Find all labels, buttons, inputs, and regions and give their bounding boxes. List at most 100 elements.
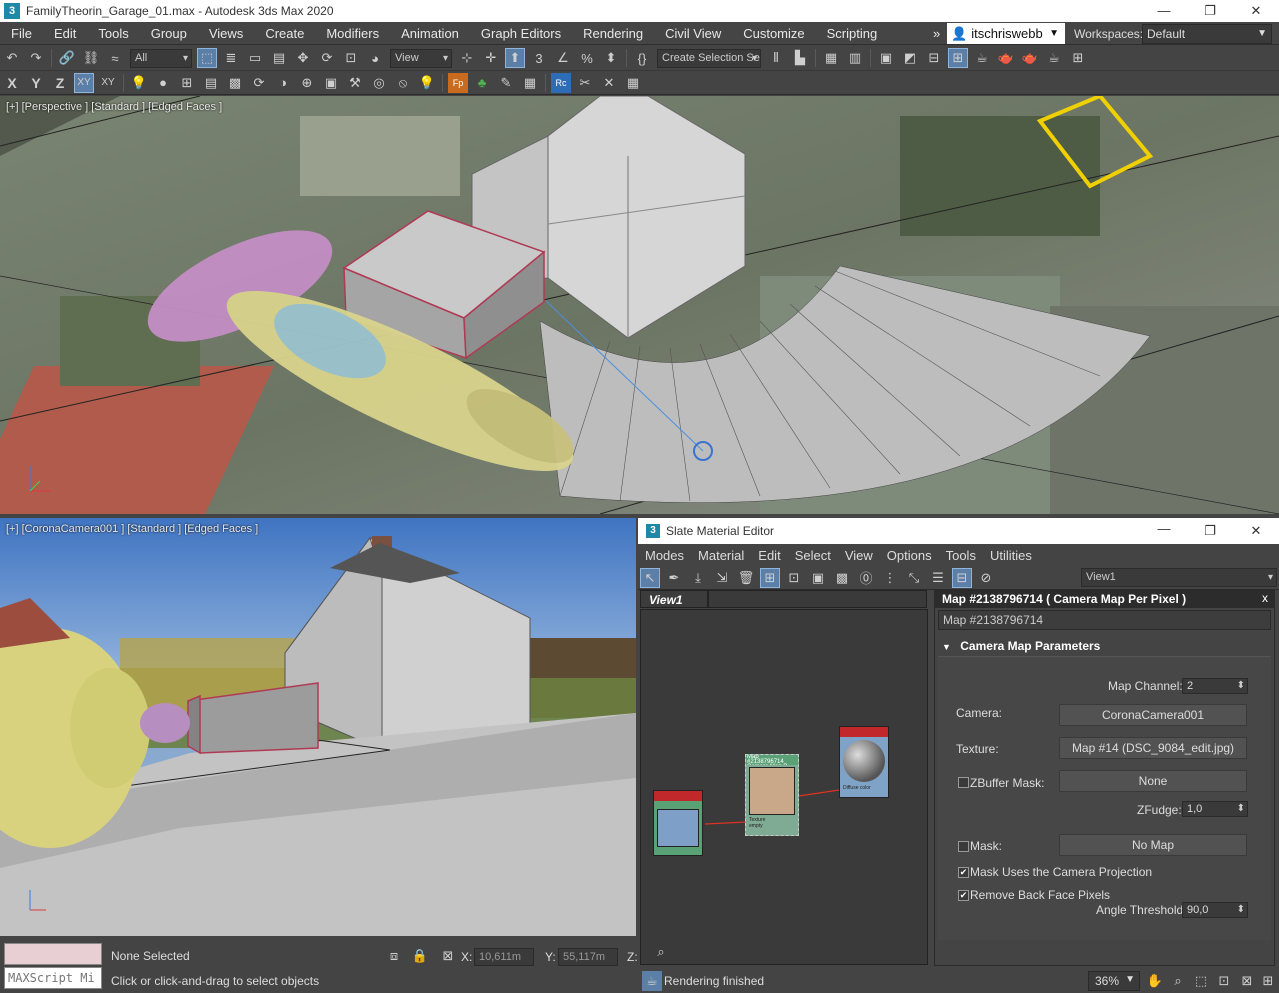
link-icon[interactable]: 🔗 bbox=[57, 48, 77, 68]
rendered-frame-window-icon[interactable]: 🫖 bbox=[996, 48, 1016, 68]
scene-explorer-icon[interactable]: ▦ bbox=[821, 48, 841, 68]
axis-xy-button[interactable]: XY bbox=[74, 72, 94, 93]
mask-checkbox[interactable] bbox=[958, 841, 969, 852]
align-icon[interactable]: ▙ bbox=[790, 48, 810, 68]
refresh-icon[interactable]: ⟳ bbox=[249, 73, 269, 93]
sphere-icon[interactable]: ● bbox=[153, 73, 173, 93]
menu-file[interactable]: File bbox=[0, 26, 43, 41]
camera-pick-button[interactable]: CoronaCamera001 bbox=[1059, 704, 1247, 726]
edit-named-selection-icon[interactable]: {} bbox=[632, 48, 652, 68]
ribbon-toggle-icon[interactable]: ▣ bbox=[876, 48, 896, 68]
y-coord-field[interactable]: 55,117m bbox=[558, 948, 618, 966]
angle-threshold-spinner[interactable]: 90,0 bbox=[1182, 902, 1248, 918]
curve-editor-icon[interactable]: ◩ bbox=[900, 48, 920, 68]
slate-menu-material[interactable]: Material bbox=[691, 548, 751, 563]
slate-close-button[interactable]: ✕ bbox=[1233, 518, 1279, 540]
select-manipulate-icon[interactable]: ✛ bbox=[481, 48, 501, 68]
percent-snap-icon[interactable]: % bbox=[577, 48, 597, 68]
angle-snap-icon[interactable]: ∠ bbox=[553, 48, 573, 68]
navigator-icon[interactable]: ⊘ bbox=[976, 568, 996, 588]
node-view-canvas[interactable]: Map #2138796714 Camera Map P... Texture … bbox=[640, 609, 928, 965]
zoom-extents-selected-icon[interactable]: ⊠ bbox=[1237, 971, 1257, 991]
render-online-icon[interactable]: ⊞ bbox=[1068, 48, 1088, 68]
bind-spacewarp-icon[interactable]: ≈ bbox=[105, 48, 125, 68]
rail-list-icon[interactable]: ▦ bbox=[623, 73, 643, 93]
layout-children-icon[interactable]: ⤡ bbox=[904, 568, 924, 588]
mask-uses-camera-checkbox[interactable]: ✔ bbox=[958, 867, 969, 878]
view-select[interactable]: View1 bbox=[1081, 568, 1277, 587]
window-crossing-icon[interactable]: ▤ bbox=[269, 48, 289, 68]
menu-animation[interactable]: Animation bbox=[390, 26, 470, 41]
material-id-icon[interactable]: ⓪ bbox=[856, 568, 876, 588]
scatter-icon[interactable]: ⊕ bbox=[297, 73, 317, 93]
zoom-extents-icon[interactable]: ⊡ bbox=[1214, 971, 1234, 991]
map-channel-spinner[interactable]: 2 bbox=[1182, 678, 1248, 694]
maxscript-mini-listener[interactable]: MAXScript Mi bbox=[4, 967, 102, 989]
reference-coordinate-select[interactable]: View bbox=[390, 48, 452, 68]
select-object-icon[interactable]: ⬚ bbox=[197, 48, 217, 68]
menu-modifiers[interactable]: Modifiers bbox=[315, 26, 390, 41]
zfudge-spinner[interactable]: 1,0 bbox=[1182, 801, 1248, 817]
camera-viewport[interactable]: [+] [CoronaCamera001 ] [Standard ] [Edge… bbox=[0, 518, 636, 936]
hide-unused-slots-icon[interactable]: ⊡ bbox=[784, 568, 804, 588]
spinner-snap-icon[interactable]: ⬍ bbox=[601, 48, 621, 68]
axis-z-button[interactable]: Z bbox=[50, 73, 70, 93]
absolute-mode-transform-icon[interactable]: ⊠ bbox=[438, 946, 458, 966]
view1-tab[interactable]: View1 bbox=[640, 590, 708, 608]
menu-customize[interactable]: Customize bbox=[732, 26, 815, 41]
camera-icon[interactable]: ▩ bbox=[225, 73, 245, 93]
slate-menu-modes[interactable]: Modes bbox=[638, 548, 691, 563]
param-close-icon[interactable]: x bbox=[1262, 591, 1274, 608]
grid-icon[interactable]: ⊞ bbox=[177, 73, 197, 93]
slate-menu-select[interactable]: Select bbox=[788, 548, 838, 563]
keyboard-shortcut-override-icon[interactable]: ⬆ bbox=[505, 48, 525, 68]
zoom-icon[interactable]: ⌕ bbox=[1168, 971, 1188, 991]
tools-icon[interactable]: ⚒ bbox=[345, 73, 365, 93]
zbuffer-mask-button[interactable]: None bbox=[1059, 770, 1247, 792]
material-editor-icon[interactable]: ⊞ bbox=[948, 48, 968, 68]
render-iterative-icon[interactable]: ☕ bbox=[1044, 48, 1064, 68]
maximize-button[interactable]: ❐ bbox=[1187, 0, 1233, 22]
pivot-center-icon[interactable]: ⊹ bbox=[457, 48, 477, 68]
select-rotate-icon[interactable]: ⟳ bbox=[317, 48, 337, 68]
bitmap-node[interactable] bbox=[653, 790, 703, 856]
isolate-selection-icon[interactable]: ⧈ bbox=[384, 946, 404, 966]
render-setup-icon[interactable]: ☕ bbox=[972, 48, 992, 68]
snaps-toggle-icon[interactable]: 3 bbox=[529, 48, 549, 68]
minimize-button[interactable]: — bbox=[1141, 0, 1187, 22]
slate-menu-options[interactable]: Options bbox=[880, 548, 939, 563]
slate-menu-view[interactable]: View bbox=[838, 548, 880, 563]
schematic-view-icon[interactable]: ⊟ bbox=[924, 48, 944, 68]
pick-material-icon[interactable]: ✒ bbox=[664, 568, 684, 588]
undo-icon[interactable]: ↶ bbox=[2, 48, 22, 68]
eye-icon[interactable]: ◎ bbox=[369, 73, 389, 93]
perspective-viewport[interactable]: [+] [Perspective ] [Standard ] [Edged Fa… bbox=[0, 96, 1279, 514]
workspaces-select[interactable]: Default ▼ bbox=[1142, 24, 1272, 44]
map-name-field[interactable]: Map #2138796714 bbox=[938, 610, 1271, 630]
unlink-icon[interactable]: ⛓ bbox=[81, 48, 101, 68]
camera-map-node[interactable]: Map #2138796714 Camera Map P... Texture … bbox=[745, 754, 799, 836]
rail-tools-icon[interactable]: ✂ bbox=[575, 73, 595, 93]
pan-hand-icon[interactable]: ✋ bbox=[1145, 971, 1165, 991]
render-production-icon[interactable]: 🫖 bbox=[1020, 48, 1040, 68]
layer-explorer-icon[interactable]: ▥ bbox=[845, 48, 865, 68]
paint-icon[interactable]: ✎ bbox=[496, 73, 516, 93]
menu-graph-editors[interactable]: Graph Editors bbox=[470, 26, 572, 41]
select-scale-icon[interactable]: ⊡ bbox=[341, 48, 361, 68]
place-icon[interactable]: ◕ bbox=[365, 48, 385, 68]
forest-pack-icon[interactable]: Fp bbox=[448, 72, 468, 93]
bulb-icon[interactable]: 💡 bbox=[417, 73, 437, 93]
assign-material-icon[interactable]: ⇲ bbox=[712, 568, 732, 588]
hide-icon[interactable]: ⦸ bbox=[393, 73, 413, 93]
show-map-in-viewport-icon[interactable]: ▣ bbox=[808, 568, 828, 588]
select-move-icon[interactable]: ✥ bbox=[293, 48, 313, 68]
maxscript-listener-output[interactable] bbox=[4, 943, 102, 965]
viewport-label[interactable]: [+] [Perspective ] [Standard ] [Edged Fa… bbox=[6, 101, 222, 113]
menu-views[interactable]: Views bbox=[198, 26, 254, 41]
layers-icon[interactable]: ▤ bbox=[201, 73, 221, 93]
user-account-menu[interactable]: 👤 itschriswebb ▼ bbox=[947, 23, 1065, 44]
rail-style-icon[interactable]: ✕ bbox=[599, 73, 619, 93]
mirror-icon[interactable]: ⫴ bbox=[766, 48, 786, 68]
texture-map-button[interactable]: Map #14 (DSC_9084_edit.jpg) bbox=[1059, 737, 1247, 759]
pan-to-selected-icon[interactable]: ⊞ bbox=[1258, 971, 1278, 991]
